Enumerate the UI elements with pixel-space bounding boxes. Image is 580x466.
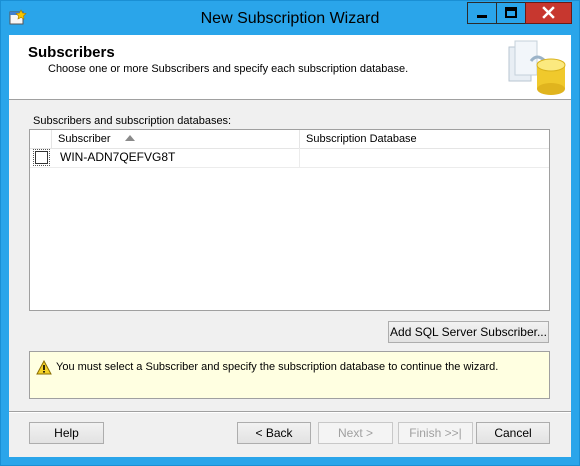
- help-button[interactable]: Help: [29, 422, 104, 444]
- page-subtitle: Choose one or more Subscribers and speci…: [48, 63, 409, 75]
- subscriber-checkbox[interactable]: [33, 149, 50, 166]
- warning-text: You must select a Subscriber and specify…: [56, 361, 499, 373]
- minimize-button[interactable]: [467, 2, 497, 24]
- warning-triangle-icon: [36, 360, 52, 375]
- footer-divider: [9, 411, 571, 413]
- subscriber-cell: WIN-ADN7QEFVG8T: [52, 148, 300, 167]
- wizard-window: New Subscription Wizard Subscribers Choo…: [0, 0, 580, 466]
- warning-panel: You must select a Subscriber and specify…: [29, 351, 550, 399]
- column-header-subscriber[interactable]: Subscriber: [52, 130, 300, 148]
- title-bar[interactable]: New Subscription Wizard: [1, 1, 579, 35]
- subscription-database-cell[interactable]: [300, 148, 549, 167]
- list-label: Subscribers and subscription databases:: [33, 115, 232, 127]
- add-sql-server-subscriber-button[interactable]: Add SQL Server Subscriber...: [388, 321, 549, 343]
- subscribers-list[interactable]: Subscriber Subscription Database WIN-ADN…: [29, 129, 550, 311]
- column-subscriber-label: Subscriber: [58, 133, 111, 145]
- maximize-button[interactable]: [496, 2, 526, 24]
- list-header: Subscriber Subscription Database: [30, 130, 549, 149]
- wizard-header: Subscribers Choose one or more Subscribe…: [9, 35, 571, 100]
- close-icon: [542, 6, 555, 19]
- table-row[interactable]: WIN-ADN7QEFVG8T: [30, 148, 549, 168]
- close-button[interactable]: [525, 2, 572, 24]
- column-database-label: Subscription Database: [306, 133, 417, 145]
- database-publication-icon: [508, 40, 566, 95]
- dialog-client-area: Subscribers Choose one or more Subscribe…: [9, 35, 571, 457]
- column-header-database[interactable]: Subscription Database: [300, 130, 549, 148]
- column-header-check: [30, 130, 52, 148]
- minimize-icon: [477, 15, 487, 18]
- page-title: Subscribers: [28, 44, 115, 61]
- finish-button[interactable]: Finish >>|: [398, 422, 473, 444]
- cancel-button[interactable]: Cancel: [476, 422, 550, 444]
- sort-ascending-icon: [124, 135, 135, 141]
- maximize-icon: [505, 7, 517, 18]
- row-checkbox-cell: [30, 148, 52, 167]
- next-button[interactable]: Next >: [318, 422, 393, 444]
- back-button[interactable]: < Back: [237, 422, 311, 444]
